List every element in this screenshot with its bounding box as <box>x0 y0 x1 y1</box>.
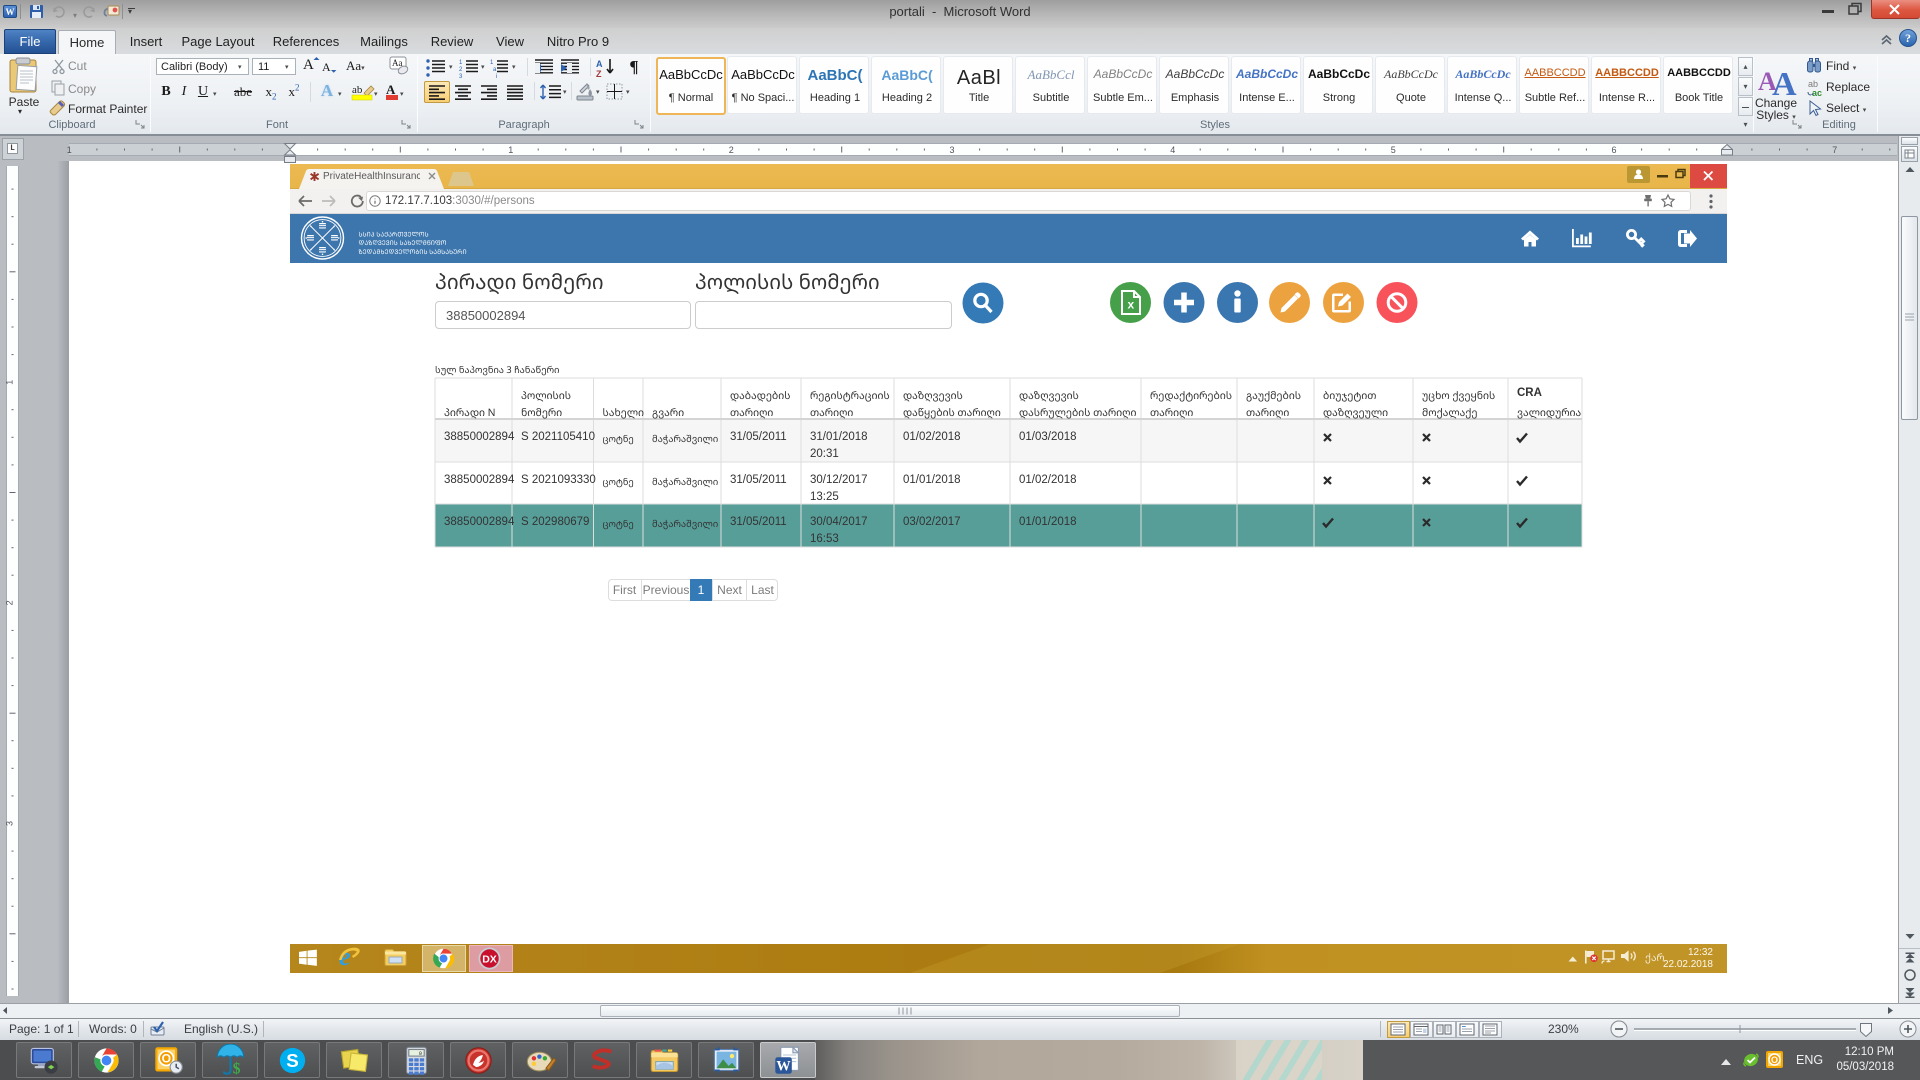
svg-text:S: S <box>286 1050 298 1071</box>
svg-text:0: 0 <box>418 1050 421 1057</box>
svg-text:O: O <box>161 1051 170 1065</box>
svg-text:$: $ <box>232 1060 240 1076</box>
svg-text:W: W <box>776 1058 791 1074</box>
